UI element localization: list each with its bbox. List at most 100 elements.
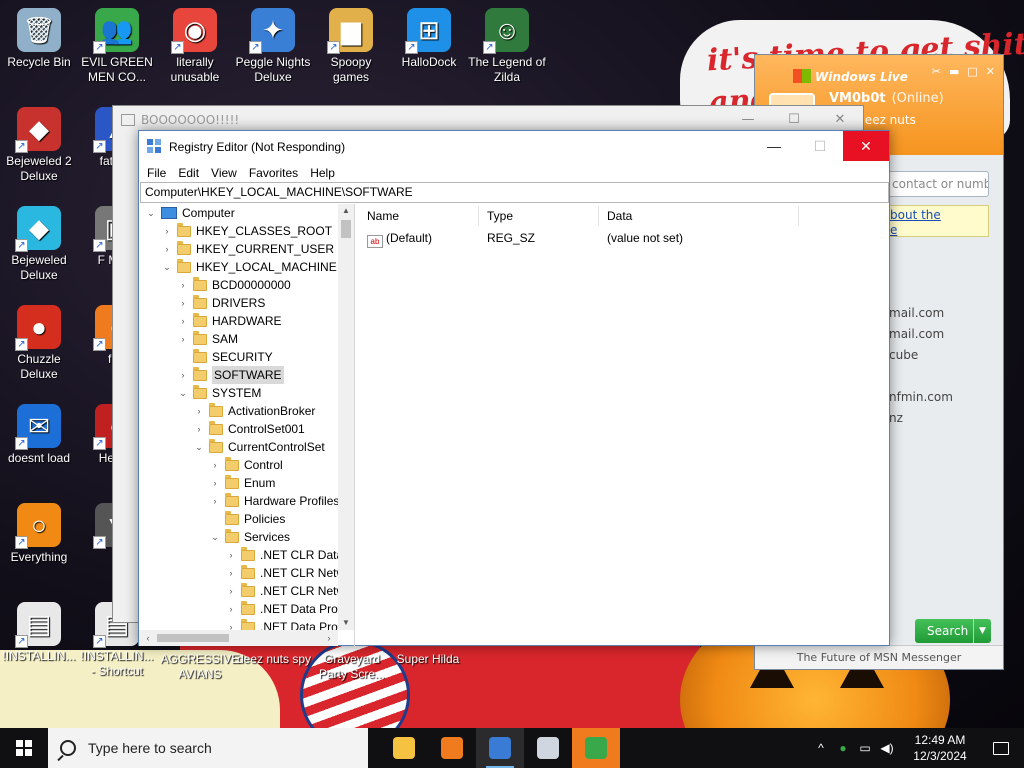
volume-icon[interactable]: ◀) bbox=[876, 741, 898, 755]
chevron-right-icon[interactable]: › bbox=[177, 366, 189, 384]
registry-editor-window[interactable]: Registry Editor (Not Responding) — ☐ ✕ F… bbox=[138, 130, 890, 647]
minimize-icon[interactable]: ▬ bbox=[949, 65, 959, 78]
tree-node[interactable]: › ActivationBroker bbox=[193, 402, 315, 420]
desktop-icon[interactable]: ◆ ↗ Bejeweled 2 Deluxe bbox=[0, 107, 78, 184]
chevron-right-icon[interactable]: › bbox=[225, 600, 237, 618]
network-icon[interactable]: ▭ bbox=[854, 741, 876, 755]
chevron-down-icon[interactable]: ⌄ bbox=[193, 438, 205, 456]
clock[interactable]: 12:49 AM 12/3/2024 bbox=[902, 732, 978, 764]
tree-node[interactable]: › HARDWARE bbox=[177, 312, 282, 330]
column-header-name[interactable]: Name bbox=[359, 206, 479, 226]
list-item[interactable]: mail.com bbox=[889, 303, 999, 324]
desktop-icon[interactable]: ○ ↗ Everything bbox=[0, 503, 78, 565]
tree-node[interactable]: › SAM bbox=[177, 330, 238, 348]
tree-node[interactable]: › HKEY_CURRENT_USER bbox=[161, 240, 334, 258]
tree-vertical-scrollbar[interactable]: ▲ ▼ bbox=[338, 204, 354, 630]
maximize-icon[interactable]: ☐ bbox=[797, 131, 843, 161]
desktop-icon[interactable]: 🗑 Recycle Bin bbox=[0, 8, 78, 70]
msn-notice-link[interactable]: bout the e bbox=[885, 205, 989, 237]
chevron-right-icon[interactable]: › bbox=[161, 240, 173, 258]
taskbar-app-firefox[interactable] bbox=[428, 728, 476, 768]
tree-node[interactable]: ⌄ CurrentControlSet bbox=[193, 438, 325, 456]
desktop-icon[interactable]: ✦ ↗ Peggle Nights Deluxe bbox=[234, 8, 312, 85]
chevron-right-icon[interactable]: › bbox=[177, 276, 189, 294]
tree-horizontal-scrollbar[interactable]: ‹ › bbox=[139, 630, 338, 646]
scrollbar-thumb[interactable] bbox=[341, 220, 351, 238]
taskbar-app-registry-editor[interactable] bbox=[476, 728, 524, 768]
desktop-icon[interactable]: ● ↗ Chuzzle Deluxe bbox=[0, 305, 78, 382]
chevron-right-icon[interactable]: › bbox=[177, 294, 189, 312]
desktop-icon[interactable]: ▤ ↗ !INSTALLIN... bbox=[0, 602, 78, 664]
msn-username[interactable]: VM0b0t (Online) bbox=[829, 91, 944, 106]
chevron-right-icon[interactable]: › bbox=[177, 312, 189, 330]
chevron-right-icon[interactable]: › bbox=[209, 456, 221, 474]
tree-node[interactable]: › DRIVERS bbox=[177, 294, 265, 312]
taskbar-app-file-explorer[interactable] bbox=[380, 728, 428, 768]
msn-tray-icon[interactable]: ● bbox=[832, 741, 854, 755]
desktop-icon-graveyard-party[interactable]: Graveyard Party Scre... bbox=[312, 652, 392, 682]
chevron-right-icon[interactable]: › bbox=[225, 582, 237, 600]
tree-node[interactable]: › ControlSet001 bbox=[193, 420, 305, 438]
tree-node[interactable]: › Hardware Profiles bbox=[209, 492, 339, 510]
chevron-right-icon[interactable]: › bbox=[225, 546, 237, 564]
taskbar-search-box[interactable]: Type here to search bbox=[48, 728, 368, 768]
msn-status[interactable]: (Online) bbox=[892, 91, 944, 106]
tree-node[interactable]: ⌄ Services bbox=[209, 528, 290, 546]
minimize-icon[interactable]: — bbox=[751, 131, 797, 161]
desktop-icon-aggressive-avians[interactable]: AGGRESSIVE AVIANS bbox=[158, 652, 242, 682]
maximize-icon[interactable]: □ bbox=[967, 65, 977, 78]
column-header-type[interactable]: Type bbox=[479, 206, 599, 226]
chevron-down-icon[interactable]: ⌄ bbox=[145, 204, 157, 222]
msn-options-icon[interactable]: ✂ bbox=[932, 65, 941, 78]
tree-node[interactable]: ⌄ SYSTEM bbox=[177, 384, 261, 402]
chevron-down-icon[interactable]: ⌄ bbox=[177, 384, 189, 402]
chevron-right-icon[interactable]: › bbox=[225, 564, 237, 582]
msn-search-input[interactable]: contact or numbe bbox=[885, 171, 989, 197]
close-icon[interactable]: ✕ bbox=[843, 131, 889, 161]
desktop-icon-deez-nuts-spy[interactable]: deez nuts spy bbox=[232, 652, 316, 667]
scroll-left-icon[interactable]: ‹ bbox=[141, 630, 155, 646]
menu-help[interactable]: Help bbox=[304, 166, 341, 180]
desktop-icon[interactable]: 👥 ↗ EVIL GREEN MEN CO... bbox=[78, 8, 156, 85]
list-item[interactable]: mail.com bbox=[889, 324, 999, 345]
list-item[interactable]: nz bbox=[889, 408, 999, 429]
msn-search-button[interactable]: Search ▼ bbox=[915, 619, 991, 643]
tree-node[interactable]: ⌄ HKEY_LOCAL_MACHINE bbox=[161, 258, 337, 276]
notification-center-button[interactable] bbox=[978, 728, 1024, 768]
desktop-icon[interactable]: ◉ ↗ literally unusable bbox=[156, 8, 234, 85]
chevron-right-icon[interactable]: › bbox=[225, 618, 237, 630]
chevron-right-icon[interactable]: › bbox=[161, 222, 173, 240]
scrollbar-thumb[interactable] bbox=[157, 634, 229, 642]
tree-node[interactable]: › BCD00000000 bbox=[177, 276, 291, 294]
tree-node[interactable]: › .NET CLR Netw bbox=[225, 582, 339, 600]
start-button[interactable] bbox=[0, 728, 48, 768]
menu-favorites[interactable]: Favorites bbox=[243, 166, 304, 180]
desktop-icon[interactable]: ⊞ ↗ HalloDock bbox=[390, 8, 468, 70]
tree-node[interactable]: › SOFTWARE bbox=[177, 366, 284, 384]
desktop-icon[interactable]: ✉ ↗ doesnt load bbox=[0, 404, 78, 466]
scroll-up-icon[interactable]: ▲ bbox=[338, 204, 354, 218]
taskbar-app-boo-app[interactable] bbox=[524, 728, 572, 768]
taskbar-app-msn-messenger[interactable] bbox=[572, 728, 620, 768]
scroll-down-icon[interactable]: ▼ bbox=[338, 616, 354, 630]
menu-view[interactable]: View bbox=[205, 166, 243, 180]
tree-node[interactable]: › .NET Data Prov bbox=[225, 618, 339, 630]
tree-node[interactable]: › Enum bbox=[209, 474, 275, 492]
scroll-right-icon[interactable]: › bbox=[322, 630, 336, 646]
tree-node[interactable]: SECURITY bbox=[177, 348, 273, 366]
menu-file[interactable]: File bbox=[141, 166, 172, 180]
chevron-down-icon[interactable]: ▼ bbox=[973, 619, 991, 643]
chevron-right-icon[interactable]: › bbox=[193, 420, 205, 438]
tree-node[interactable]: › .NET CLR Data bbox=[225, 546, 339, 564]
menu-edit[interactable]: Edit bbox=[172, 166, 205, 180]
tree-node[interactable]: › .NET CLR Netw bbox=[225, 564, 339, 582]
chevron-right-icon[interactable]: › bbox=[209, 474, 221, 492]
chevron-down-icon[interactable]: ⌄ bbox=[209, 528, 221, 546]
desktop-icon[interactable]: ▆ ↗ Spoopy games bbox=[312, 8, 390, 85]
close-icon[interactable]: ✕ bbox=[986, 65, 995, 78]
list-item[interactable] bbox=[889, 366, 999, 387]
column-header-data[interactable]: Data bbox=[599, 206, 799, 226]
tree-node[interactable]: › HKEY_CLASSES_ROOT bbox=[161, 222, 332, 240]
desktop-icon[interactable]: ◆ ↗ Bejeweled Deluxe bbox=[0, 206, 78, 283]
list-item[interactable]: nfmin.com bbox=[889, 387, 999, 408]
